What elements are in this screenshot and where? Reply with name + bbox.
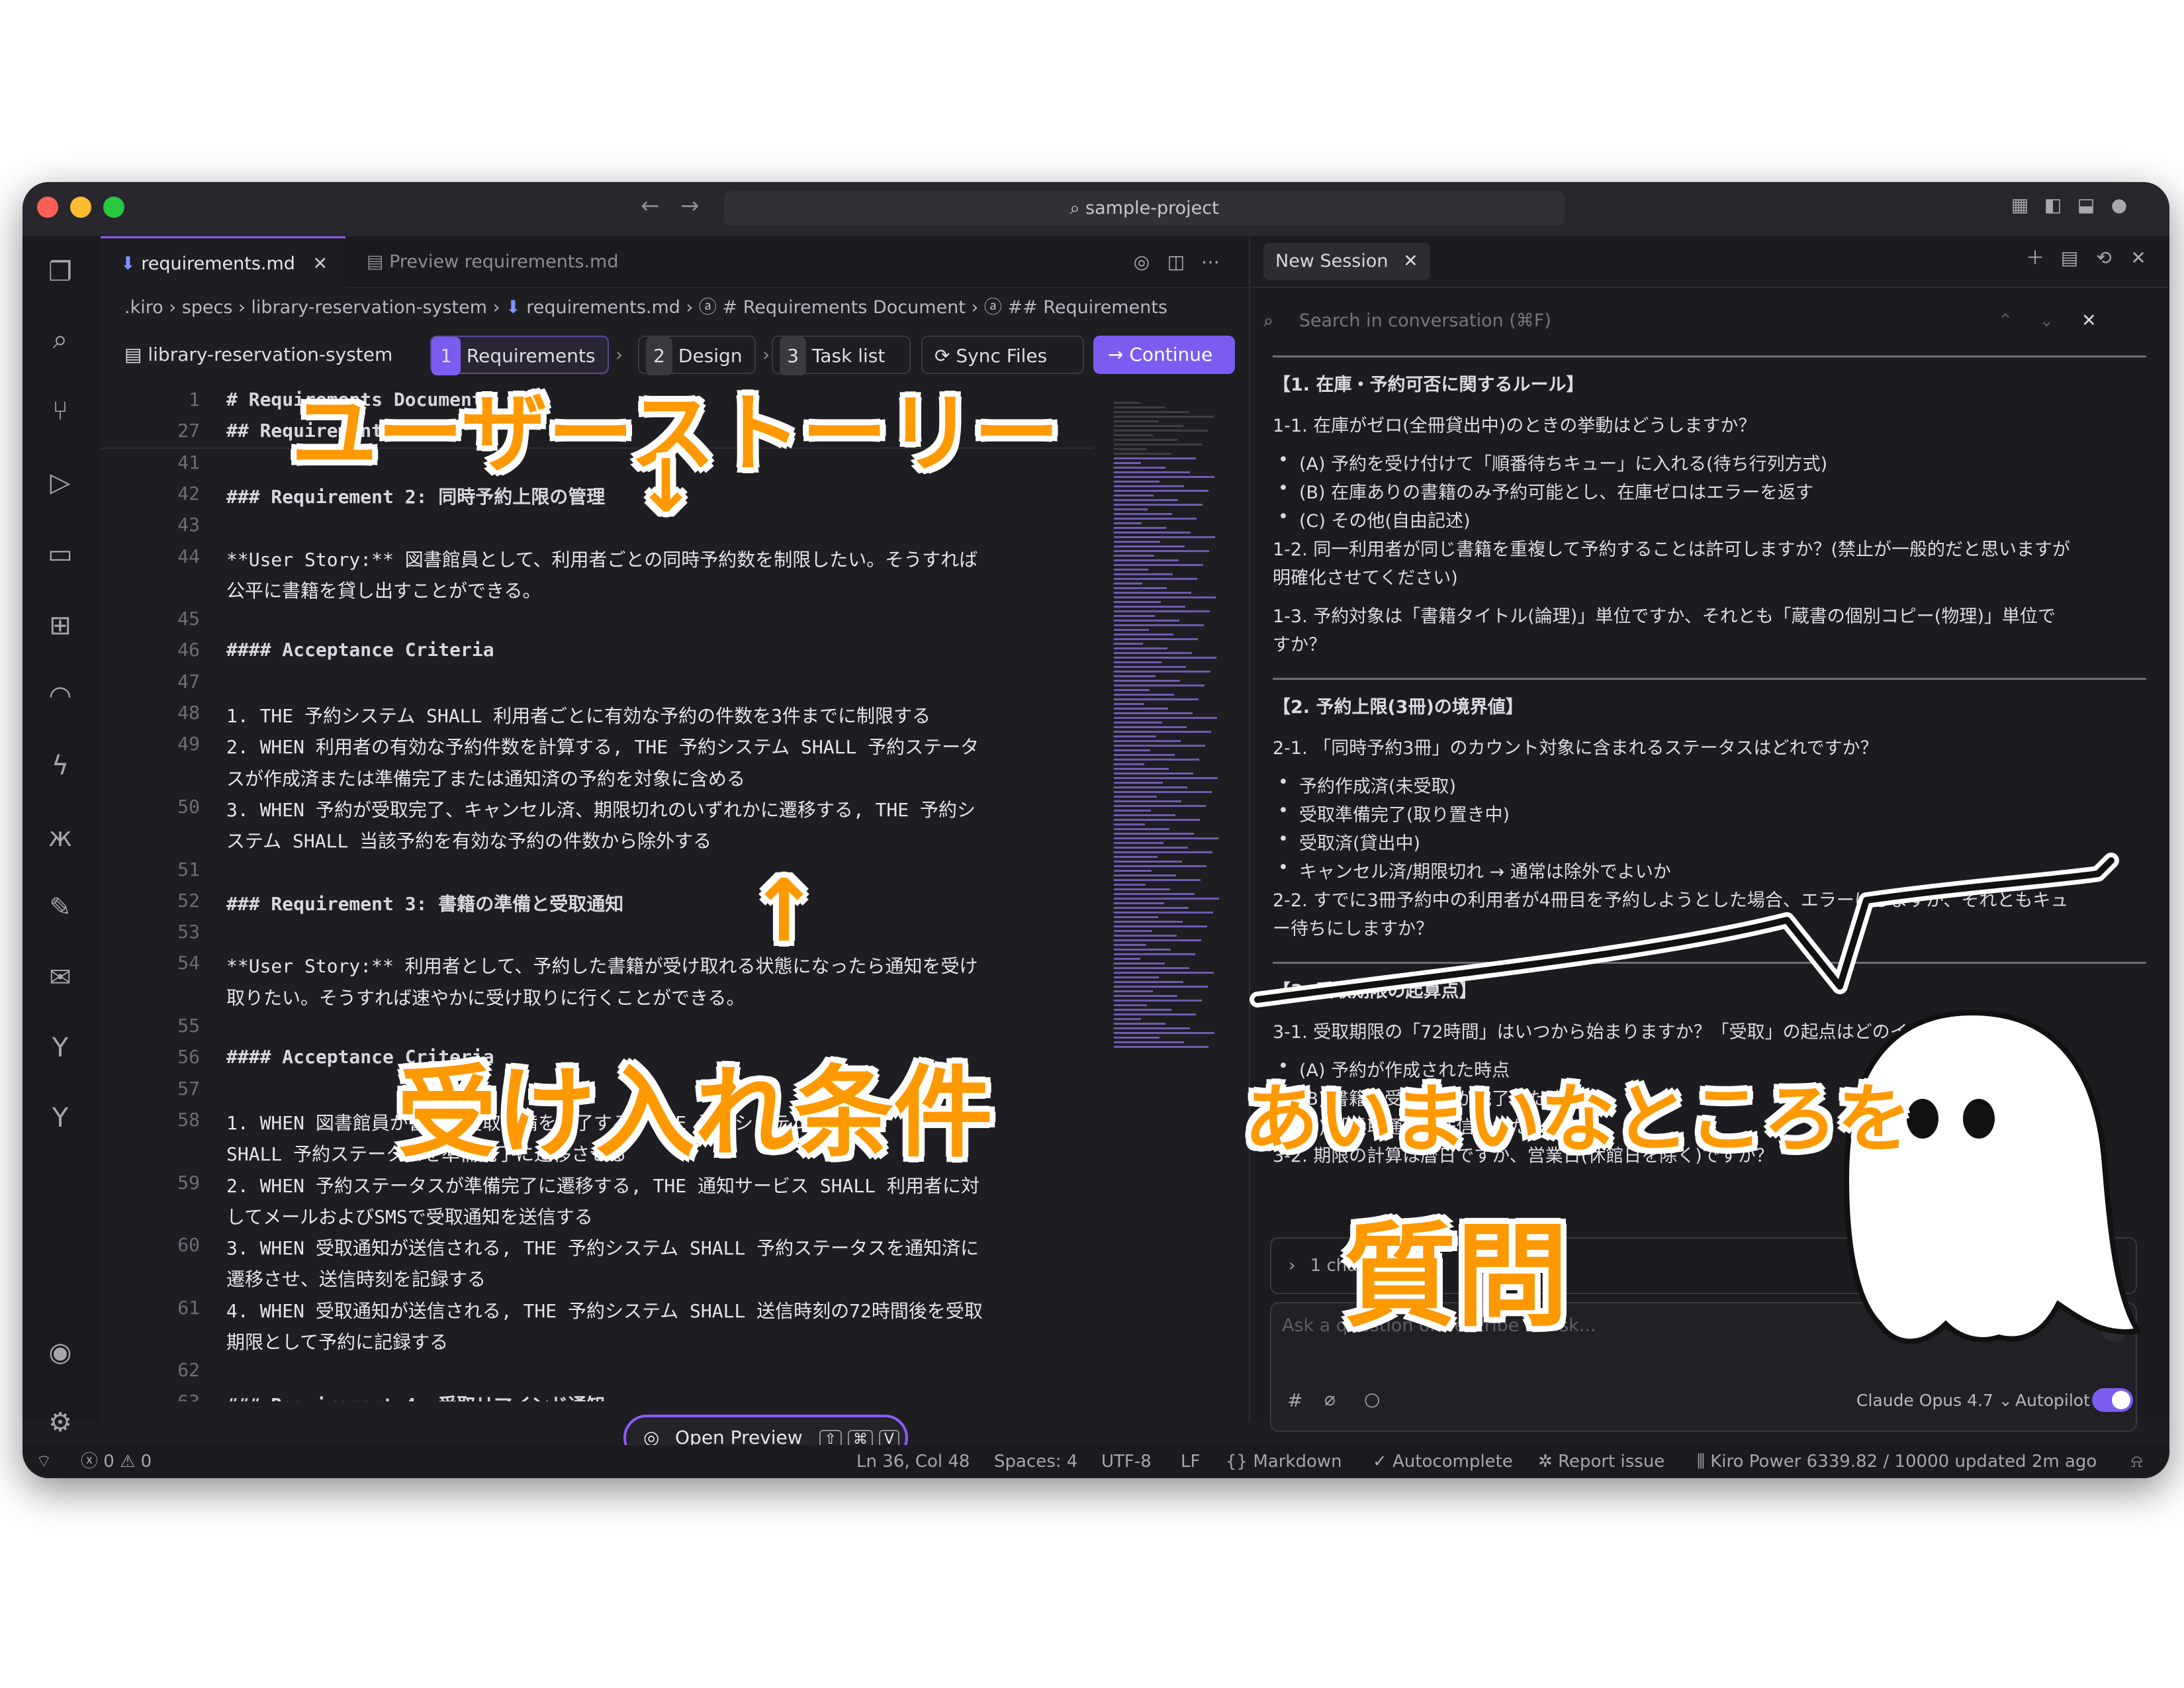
annotation-arrow-up: ↑ (748, 861, 820, 961)
annotation-arrow-down: ↓ (635, 444, 697, 528)
annotation-acceptance: 受け入れ条件 (397, 1056, 993, 1171)
speech-tail-outline (1250, 853, 2119, 1008)
annotation-ambiguous: あいまいなところを (1244, 1076, 1911, 1162)
annotation-overlay (1250, 853, 2142, 1344)
annotation-question: 質問 (1343, 1211, 1569, 1342)
